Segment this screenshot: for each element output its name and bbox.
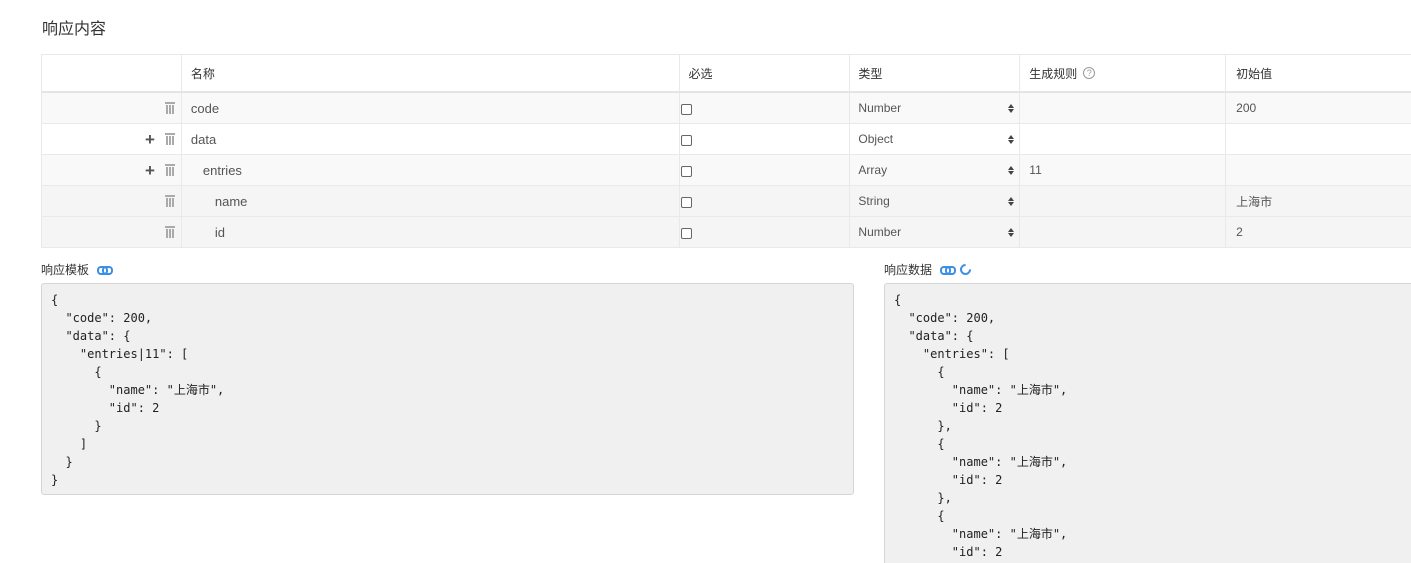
table-row: id Number 2 (42, 217, 1411, 248)
property-name[interactable]: entries (182, 155, 680, 185)
type-select[interactable]: Number (850, 93, 1021, 123)
type-select[interactable]: Array (850, 155, 1021, 185)
section-title: 响应内容 (42, 21, 107, 38)
select-arrows-icon (1007, 227, 1015, 237)
type-select[interactable]: Object (850, 124, 1021, 154)
rule-input[interactable] (1020, 217, 1227, 247)
table-header: 名称 必选 类型 生成规则 ? 初始值 (42, 55, 1411, 93)
required-checkbox[interactable] (680, 196, 692, 208)
table-row: code Number 200 (42, 93, 1411, 124)
refresh-icon[interactable] (957, 261, 974, 278)
header-rule: 生成规则 ? (1020, 55, 1227, 91)
initial-value-input[interactable]: 200 (1226, 93, 1411, 123)
initial-value-input[interactable] (1226, 124, 1411, 154)
table-row: + data Object (42, 124, 1411, 155)
required-cell (680, 155, 851, 185)
type-value: Number (858, 225, 902, 239)
property-name[interactable]: code (182, 93, 680, 123)
row-actions (42, 217, 182, 247)
plus-icon[interactable]: + (145, 162, 155, 179)
header-initial: 初始值 (1236, 66, 1273, 81)
template-label-row: 响应模板 (41, 261, 114, 278)
template-code: { "code": 200, "data": { "entries|11": [… (41, 283, 854, 495)
type-value: Array (858, 163, 888, 177)
required-checkbox[interactable] (680, 134, 692, 146)
header-name: 名称 (182, 55, 680, 91)
select-arrows-icon (1007, 196, 1015, 206)
trash-icon[interactable] (164, 226, 175, 238)
header-rule-label: 生成规则 (1029, 66, 1078, 81)
required-checkbox[interactable] (680, 227, 692, 239)
select-arrows-icon (1007, 103, 1015, 113)
header-required-label: 必选 (688, 66, 713, 81)
type-value: Object (858, 132, 894, 146)
rule-input[interactable]: 11 (1020, 155, 1227, 185)
required-cell (680, 186, 851, 216)
table-row: + entries Array 11 (42, 155, 1411, 186)
required-checkbox[interactable] (680, 165, 692, 177)
data-label-row: 响应数据 (884, 261, 974, 278)
help-icon[interactable]: ? (1083, 67, 1096, 79)
property-name[interactable]: data (182, 124, 680, 154)
row-actions: + (42, 124, 182, 154)
type-value: String (858, 194, 890, 208)
trash-icon[interactable] (164, 133, 175, 145)
table-row: name String 上海市 (42, 186, 1411, 217)
required-cell (680, 93, 851, 123)
trash-icon[interactable] (164, 102, 175, 114)
property-name[interactable]: id (182, 217, 680, 247)
required-cell (680, 124, 851, 154)
link-icon[interactable] (97, 265, 114, 275)
rule-input[interactable] (1020, 124, 1227, 154)
header-required: 必选 (680, 55, 851, 91)
header-actions (42, 55, 182, 91)
row-actions (42, 186, 182, 216)
type-select[interactable]: String (850, 186, 1021, 216)
initial-value-input[interactable]: 2 (1226, 217, 1411, 247)
trash-icon[interactable] (164, 164, 175, 176)
select-arrows-icon (1007, 165, 1015, 175)
header-type: 类型 (850, 55, 1021, 91)
rule-input[interactable] (1020, 93, 1227, 123)
select-arrows-icon (1007, 134, 1015, 144)
response-properties-table: 名称 必选 类型 生成规则 ? 初始值 code Number 200 + da… (41, 54, 1411, 248)
row-actions: + (42, 155, 182, 185)
initial-value-input[interactable] (1226, 155, 1411, 185)
data-label: 响应数据 (884, 263, 933, 277)
property-name[interactable]: name (182, 186, 680, 216)
type-select[interactable]: Number (850, 217, 1021, 247)
rule-input[interactable] (1020, 186, 1227, 216)
plus-icon[interactable]: + (145, 131, 155, 148)
data-code: { "code": 200, "data": { "entries": [ { … (884, 283, 1411, 563)
type-value: Number (858, 101, 902, 115)
template-label: 响应模板 (41, 263, 90, 277)
required-cell (680, 217, 851, 247)
initial-value-input[interactable]: 上海市 (1226, 186, 1411, 216)
link-icon[interactable] (940, 265, 957, 275)
row-actions (42, 93, 182, 123)
required-checkbox[interactable] (680, 103, 692, 115)
trash-icon[interactable] (164, 195, 175, 207)
